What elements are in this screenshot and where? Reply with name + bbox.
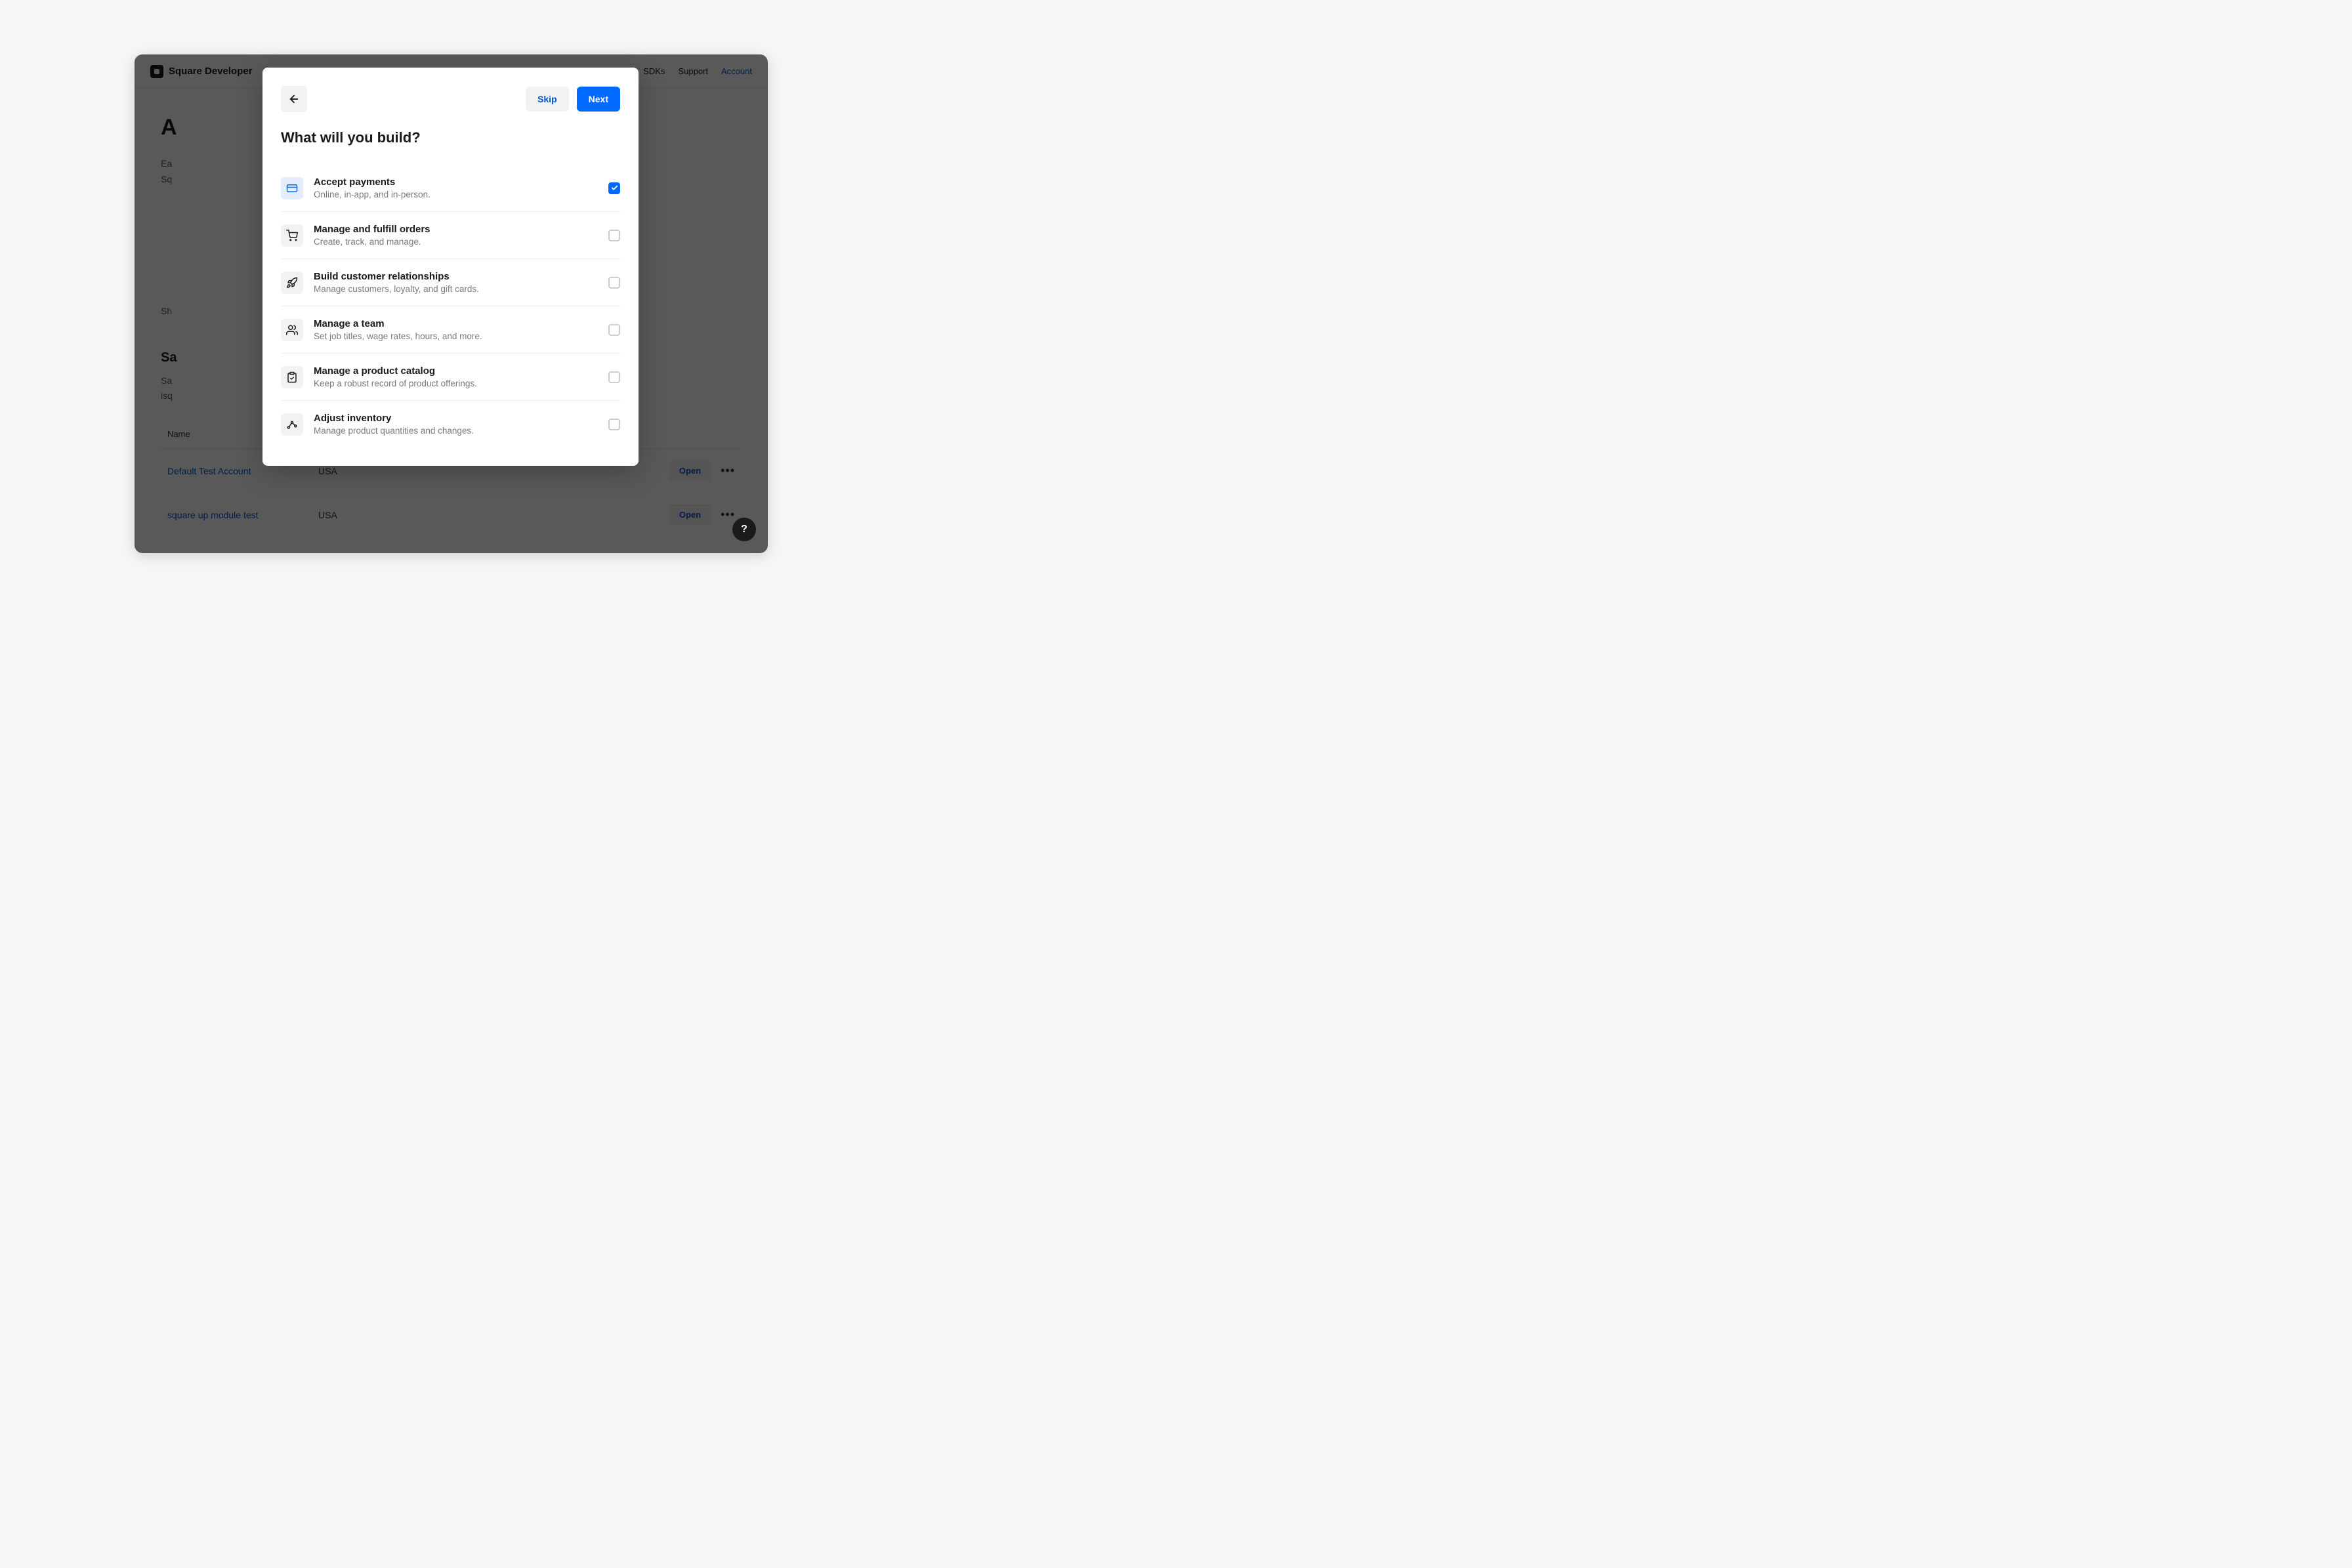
checkbox[interactable] [608, 230, 620, 241]
option-customer-relationships[interactable]: Build customer relationships Manage cust… [281, 259, 620, 306]
clipboard-icon [281, 366, 303, 388]
rocket-icon [281, 272, 303, 294]
shopping-cart-icon [281, 224, 303, 247]
checkbox[interactable] [608, 277, 620, 289]
checkbox[interactable] [608, 324, 620, 336]
next-button[interactable]: Next [577, 87, 620, 112]
option-desc: Set job titles, wage rates, hours, and m… [314, 331, 598, 341]
checkbox[interactable] [608, 419, 620, 430]
page-background: Square Developer ls SDKs Support Account… [10, 10, 870, 577]
checkbox[interactable] [608, 371, 620, 383]
option-title: Adjust inventory [314, 413, 598, 424]
option-accept-payments[interactable]: Accept payments Online, in-app, and in-p… [281, 165, 620, 212]
option-desc: Online, in-app, and in-person. [314, 190, 598, 199]
option-product-catalog[interactable]: Manage a product catalog Keep a robust r… [281, 354, 620, 401]
option-desc: Manage customers, loyalty, and gift card… [314, 284, 598, 294]
onboarding-modal: Skip Next What will you build? Accept pa… [262, 68, 639, 466]
option-title: Manage and fulfill orders [314, 224, 598, 235]
back-button[interactable] [281, 86, 307, 112]
option-title: Manage a team [314, 318, 598, 329]
nodes-icon [281, 413, 303, 436]
option-manage-orders[interactable]: Manage and fulfill orders Create, track,… [281, 212, 620, 259]
checkbox[interactable] [608, 182, 620, 194]
option-desc: Keep a robust record of product offering… [314, 379, 598, 388]
option-manage-team[interactable]: Manage a team Set job titles, wage rates… [281, 306, 620, 354]
option-title: Build customer relationships [314, 271, 598, 282]
option-title: Accept payments [314, 176, 598, 188]
skip-button[interactable]: Skip [526, 87, 569, 112]
option-adjust-inventory[interactable]: Adjust inventory Manage product quantiti… [281, 401, 620, 447]
options-list: Accept payments Online, in-app, and in-p… [281, 165, 620, 447]
modal-header: Skip Next [281, 86, 620, 112]
option-desc: Manage product quantities and changes. [314, 426, 598, 436]
option-desc: Create, track, and manage. [314, 237, 598, 247]
arrow-left-icon [288, 93, 300, 105]
credit-card-icon [281, 177, 303, 199]
team-icon [281, 319, 303, 341]
help-button[interactable]: ? [732, 518, 756, 541]
option-title: Manage a product catalog [314, 365, 598, 377]
modal-title: What will you build? [281, 129, 620, 146]
